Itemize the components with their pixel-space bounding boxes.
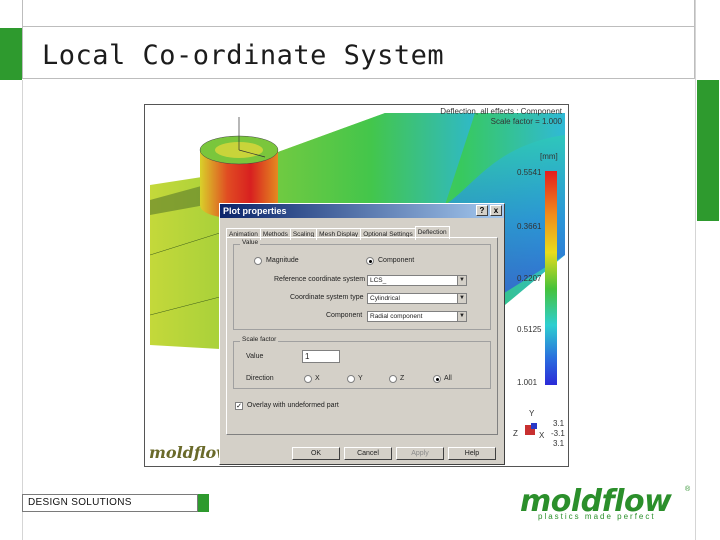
component-select[interactable]: Radial component ▼ xyxy=(367,311,467,322)
axis-readout-2: -3.1 xyxy=(551,429,565,438)
coord-type-value: Cylindrical xyxy=(370,295,400,302)
slide-title: Local Co-ordinate System xyxy=(42,40,445,71)
direction-z-label: Z xyxy=(400,375,405,382)
help-icon[interactable]: ? xyxy=(476,205,488,216)
direction-y-label: Y xyxy=(358,375,363,382)
scale-tick-2: 0.3661 xyxy=(517,222,542,231)
direction-all-label: All xyxy=(444,375,452,382)
component-radio-label: Component xyxy=(378,257,415,264)
right-accent-bar xyxy=(697,80,719,221)
logo-tagline: plastics made perfect xyxy=(538,512,656,521)
component-field-label: Component xyxy=(326,312,363,319)
legend-unit: [mm] xyxy=(540,152,558,161)
component-radio[interactable] xyxy=(366,257,374,265)
scale-tick-5: 1.001 xyxy=(517,378,538,387)
scale-tick-4: 0.5125 xyxy=(517,325,542,334)
chevron-down-icon: ▼ xyxy=(457,294,466,303)
footer-text: DESIGN SOLUTIONS xyxy=(28,497,132,508)
right-divider xyxy=(695,0,696,540)
legend-title: Deflection, all effects : Component Scal… xyxy=(440,107,562,127)
coord-type-select[interactable]: Cylindrical ▼ xyxy=(367,293,467,304)
close-icon[interactable]: x xyxy=(490,205,502,216)
axis-readout-1: 3.1 xyxy=(553,419,565,428)
direction-label: Direction xyxy=(246,375,274,382)
cancel-button[interactable]: Cancel xyxy=(344,447,392,460)
axis-triad: Y Z X 3.1 -3.1 3.1 xyxy=(513,409,568,449)
scale-tick-1: 0.5541 xyxy=(517,168,542,177)
tab-strip: Animation Methods Scaling Mesh Display Optio… xyxy=(226,223,450,240)
scale-group-label: Scale factor xyxy=(240,336,279,343)
ref-coord-label: Reference coordinate system xyxy=(274,276,366,283)
axis-readout-3: 3.1 xyxy=(553,439,565,448)
overlay-checkbox[interactable]: ✓ xyxy=(235,402,243,410)
overlay-label: Overlay with undeformed part xyxy=(247,402,339,409)
ref-coord-select[interactable]: LCS_ ▼ xyxy=(367,275,467,286)
left-divider xyxy=(22,80,23,540)
axis-label-z: Z xyxy=(513,429,518,438)
logo-registered-mark: ® xyxy=(685,486,691,493)
ref-coord-value: LCS_ xyxy=(370,277,387,284)
direction-y-radio[interactable] xyxy=(347,375,355,383)
axis-label-y: Y xyxy=(529,409,535,418)
apply-button[interactable]: Apply xyxy=(396,447,444,460)
dialog-title: Plot properties xyxy=(223,206,287,216)
footer-accent xyxy=(198,494,209,512)
slide-frame-top xyxy=(22,0,695,27)
title-accent-bar xyxy=(0,28,22,80)
direction-all-radio[interactable] xyxy=(433,375,441,383)
coord-type-label: Coordinate system type xyxy=(290,294,364,301)
ok-button[interactable]: OK xyxy=(292,447,340,460)
help-button[interactable]: Help xyxy=(448,447,496,460)
scale-value-label: Value xyxy=(246,353,264,360)
plot-properties-dialog: Plot properties ? x Animation Methods Scal… xyxy=(219,203,505,465)
dialog-titlebar: Plot properties ? x xyxy=(220,204,504,218)
value-group-label: Value xyxy=(240,239,261,246)
color-scale-bar xyxy=(545,171,557,385)
scale-factor-group: Scale factor Value 1 Direction X Y Z All xyxy=(233,336,491,389)
legend-title-line2: Scale factor = 1.000 xyxy=(490,117,562,126)
direction-z-radio[interactable] xyxy=(389,375,397,383)
scale-tick-3: 0.2207 xyxy=(517,274,542,283)
direction-x-label: X xyxy=(315,375,320,382)
chevron-down-icon: ▼ xyxy=(457,276,466,285)
deflection-panel: Value Magnitude Component Reference coor… xyxy=(226,237,498,435)
moldflow-watermark: moldflow xyxy=(149,443,230,462)
triad-cube-face xyxy=(531,423,537,429)
moldflow-logo: moldflow ® plastics made perfect xyxy=(520,484,690,521)
magnitude-radio[interactable] xyxy=(254,257,262,265)
scale-value-input[interactable]: 1 xyxy=(302,350,340,363)
magnitude-label: Magnitude xyxy=(266,257,299,264)
value-group: Value Magnitude Component Reference coor… xyxy=(233,239,491,330)
chevron-down-icon: ▼ xyxy=(457,312,466,321)
legend-title-line1: Deflection, all effects : Component xyxy=(440,107,562,116)
axis-label-x: X xyxy=(539,431,545,440)
direction-x-radio[interactable] xyxy=(304,375,312,383)
component-value: Radial component xyxy=(370,313,423,320)
